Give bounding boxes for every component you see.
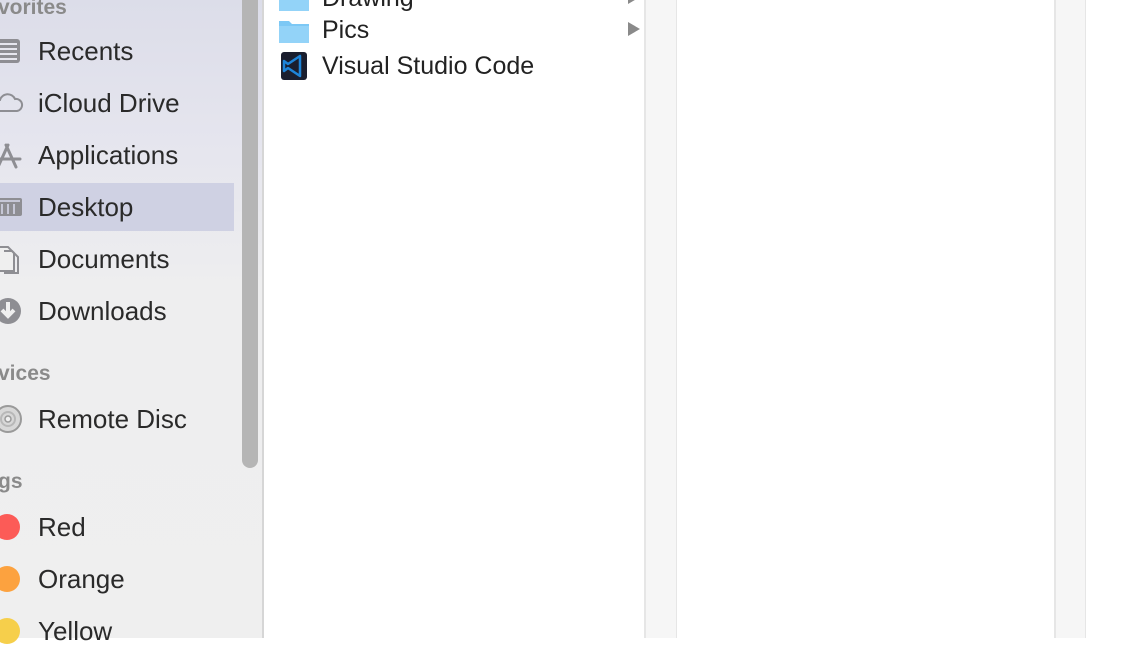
sidebar-item-tag-red[interactable]: Red [0, 503, 234, 551]
sidebar-item-label: Applications [38, 139, 179, 170]
sidebar-item-label: Desktop [38, 191, 134, 222]
file-name: Drawing [322, 0, 414, 13]
sidebar-item-label: Red [38, 511, 86, 542]
sidebar-item-label: Orange [38, 563, 125, 594]
cloud-icon [0, 93, 24, 112]
sidebar-item-recents[interactable]: Recents [0, 27, 234, 75]
sidebar-item-applications[interactable]: Applications [0, 131, 234, 179]
column-divider[interactable] [1056, 0, 1086, 638]
file-name: Pics [322, 16, 370, 44]
browser-column-3 [1086, 0, 1130, 638]
folder-icon [279, 0, 309, 11]
sidebar-item-icloud-drive[interactable]: iCloud Drive [0, 79, 234, 127]
sidebar-item-tag-yellow[interactable]: Yellow [0, 607, 234, 655]
disclosure-arrow-icon [628, 22, 640, 36]
disclosure-arrow-icon [628, 0, 640, 4]
file-name: Visual Studio Code [322, 52, 535, 80]
applications-icon [0, 143, 22, 169]
sidebar: vorites Recents iCloud Drive Application… [0, 0, 264, 646]
tag-red-dot [0, 514, 20, 540]
sidebar-item-label: iCloud Drive [38, 87, 180, 118]
recents-icon [0, 39, 20, 63]
browser-column-1: Drawing Pics Visual Studio Code [266, 0, 646, 638]
favorites-header: vorites [0, 0, 67, 19]
sidebar-item-label: Downloads [38, 295, 167, 326]
documents-icon [0, 246, 19, 274]
sidebar-scrollbar[interactable] [242, 0, 258, 468]
file-row-pics[interactable]: Pics [266, 13, 644, 49]
column-divider[interactable] [646, 0, 676, 638]
sidebar-item-label: Recents [38, 35, 134, 66]
sidebar-item-remote-disc[interactable]: Remote Disc [0, 395, 234, 443]
vscode-app-icon [281, 52, 307, 80]
devices-header: vices [0, 362, 51, 385]
sidebar-item-downloads[interactable]: Downloads [0, 287, 234, 335]
tag-yellow-dot [0, 618, 20, 644]
sidebar-item-documents[interactable]: Documents [0, 235, 234, 283]
sidebar-item-desktop[interactable]: Desktop [0, 183, 234, 231]
browser-column-2 [676, 0, 1056, 638]
tags-header: gs [0, 470, 23, 493]
sidebar-item-label: Remote Disc [38, 403, 187, 434]
tag-orange-dot [0, 566, 20, 592]
sidebar-item-tag-orange[interactable]: Orange [0, 555, 234, 603]
disc-icon [0, 405, 22, 433]
sidebar-item-label: Documents [38, 243, 170, 274]
folder-icon [279, 21, 309, 43]
desktop-icon [0, 198, 22, 216]
sidebar-item-label: Yellow [38, 615, 113, 646]
downloads-icon [0, 298, 21, 324]
file-row-visual-studio-code[interactable]: Visual Studio Code [266, 49, 644, 85]
